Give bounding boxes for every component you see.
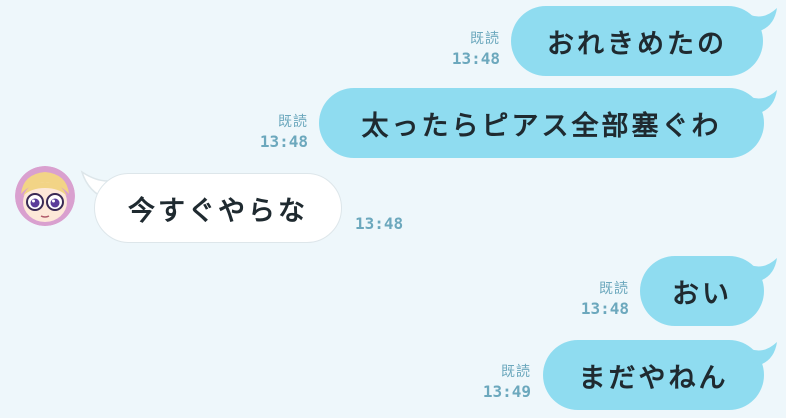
message-meta: 13:48 <box>355 214 403 233</box>
message-text: おい <box>672 278 732 310</box>
read-receipt: 既読 <box>278 114 308 130</box>
message-text: 太ったらピアス全部塞ぐわ <box>361 110 722 142</box>
read-receipt: 既読 <box>501 364 531 380</box>
bubble-tail <box>742 342 777 366</box>
message-bubble-received[interactable]: 今すぐやらな <box>94 173 342 243</box>
cartoon-face-avatar-icon <box>15 166 75 226</box>
bubble-tail <box>742 90 777 114</box>
read-receipt: 既読 <box>599 281 629 297</box>
bubble-tail <box>742 8 777 32</box>
message-text: 今すぐやらな <box>128 195 308 227</box>
message-meta: 既読 13:49 <box>483 363 531 401</box>
read-receipt: 既読 <box>470 31 500 47</box>
message-meta: 既読 13:48 <box>260 113 308 151</box>
message-meta: 既読 13:48 <box>452 30 500 68</box>
message-time: 13:48 <box>259 132 308 151</box>
chat-thread: 既読 13:48 おれきめたの 既読 13:48 太ったらピアス全部塞ぐわ 今す… <box>0 0 786 418</box>
message-bubble-sent[interactable]: まだやねん <box>543 340 764 410</box>
message-text: まだやねん <box>578 362 729 394</box>
message-bubble-sent[interactable]: 太ったらピアス全部塞ぐわ <box>319 88 764 158</box>
message-text: おれきめたの <box>547 28 727 60</box>
message-bubble-sent[interactable]: おれきめたの <box>511 6 763 76</box>
message-time: 13:48 <box>355 214 404 233</box>
message-meta: 既読 13:48 <box>581 280 629 318</box>
bubble-tail <box>742 258 777 282</box>
message-time: 13:48 <box>580 299 629 318</box>
message-time: 13:49 <box>482 382 531 401</box>
message-time: 13:48 <box>451 49 500 68</box>
contact-avatar[interactable] <box>15 166 75 226</box>
